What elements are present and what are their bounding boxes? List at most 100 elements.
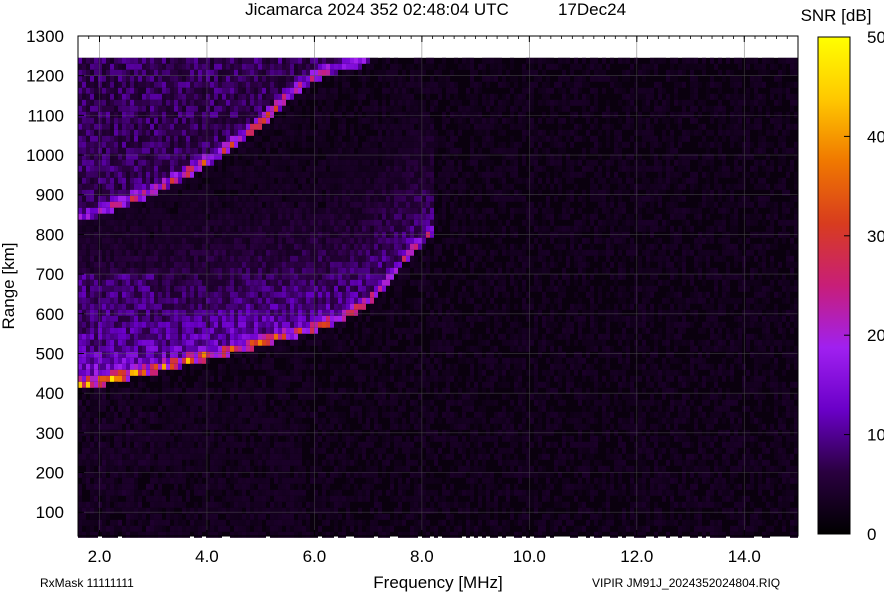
heatmap-cell [94,285,98,292]
heatmap-cell [322,483,326,490]
heatmap-cell [250,291,254,298]
heatmap-cell [330,315,334,322]
heatmap-cell [174,261,178,268]
heatmap-cell [322,195,326,202]
heatmap-cell [134,159,138,166]
heatmap-cell [322,417,326,424]
heatmap-cell [354,261,358,268]
heatmap-cell [222,261,226,268]
heatmap-cell [170,327,174,334]
heatmap-cell [286,225,290,232]
heatmap-cell [294,267,298,274]
heatmap-cell [286,207,290,214]
heatmap-cell [154,321,158,328]
heatmap-cell [154,447,158,454]
heatmap-cell [126,147,130,154]
heatmap-cell [246,291,250,298]
heatmap-cell [298,213,302,220]
heatmap-cell [258,291,262,298]
heatmap-cell [346,507,350,514]
heatmap-cell [286,507,290,514]
heatmap-cell [222,183,226,190]
heatmap-cell [298,255,302,262]
heatmap-cell [326,351,330,358]
heatmap-cell [354,321,358,328]
heatmap-cell [242,357,246,364]
heatmap-cell [234,321,238,328]
heatmap-cell [234,243,238,250]
heatmap-cell [122,435,126,442]
heatmap-cell [150,291,154,298]
heatmap-cell [262,483,266,490]
heatmap-cell [114,435,118,442]
heatmap-cell [338,309,342,316]
heatmap-cell [226,231,230,238]
heatmap-cell [174,255,178,262]
heatmap-cell [118,165,122,172]
heatmap-cell [206,75,210,82]
heatmap-cell [90,63,94,70]
heatmap-cell [150,69,154,76]
heatmap-cell [158,243,162,250]
heatmap-cell [194,267,198,274]
heatmap-cell [202,291,206,298]
heatmap-cell [294,459,298,466]
heatmap-cell [258,255,262,262]
heatmap-cell [262,411,266,418]
heatmap-cell [130,243,134,250]
heatmap-cell [354,483,358,490]
heatmap-cell [262,129,266,136]
heatmap-cell [306,483,310,490]
heatmap-cell [278,153,282,160]
heatmap-cell [114,459,118,466]
heatmap-cell [322,375,326,382]
heatmap-cell [106,363,110,370]
heatmap-cell [122,279,126,286]
heatmap-cell [306,327,310,334]
heatmap-cell [146,141,150,148]
heatmap-cell [298,489,302,496]
heatmap-cell [90,495,94,502]
heatmap-cell [86,105,90,112]
heatmap-cell [202,393,206,400]
heatmap-cell [170,453,174,460]
heatmap-cell [150,171,154,178]
heatmap-cell [342,501,346,508]
heatmap-cell [126,405,130,412]
heatmap-cell [358,297,362,304]
heatmap-cell [110,117,114,124]
heatmap-cell [186,117,190,124]
heatmap-cell [258,75,262,82]
heatmap-cell [158,111,162,118]
heatmap-cell [182,333,186,340]
heatmap-cell [230,519,234,526]
heatmap-cell [122,291,126,298]
heatmap-cell [186,435,190,442]
heatmap-cell [90,195,94,202]
heatmap-cell [234,99,238,106]
heatmap-cell [182,297,186,304]
heatmap-cell [94,93,98,100]
heatmap-cell [310,129,314,136]
heatmap-cell [150,519,154,526]
heatmap-cell [194,297,198,304]
heatmap-cell [146,417,150,424]
heatmap-cell [282,243,286,250]
heatmap-cell [154,327,158,334]
heatmap-cell [258,105,262,112]
heatmap-cell [218,411,222,418]
heatmap-cell [234,345,238,352]
heatmap-cell [114,297,118,304]
heatmap-cell [282,531,286,538]
heatmap-cell [214,249,218,256]
heatmap-cell [178,519,182,526]
heatmap-cell [298,525,302,532]
heatmap-cell [306,261,310,268]
heatmap-cell [98,321,102,328]
heatmap-cell [166,315,170,322]
heatmap-cell [214,153,218,160]
heatmap-cell [318,225,322,232]
heatmap-cell [254,225,258,232]
heatmap-cell [338,303,342,310]
heatmap-cell [318,171,322,178]
